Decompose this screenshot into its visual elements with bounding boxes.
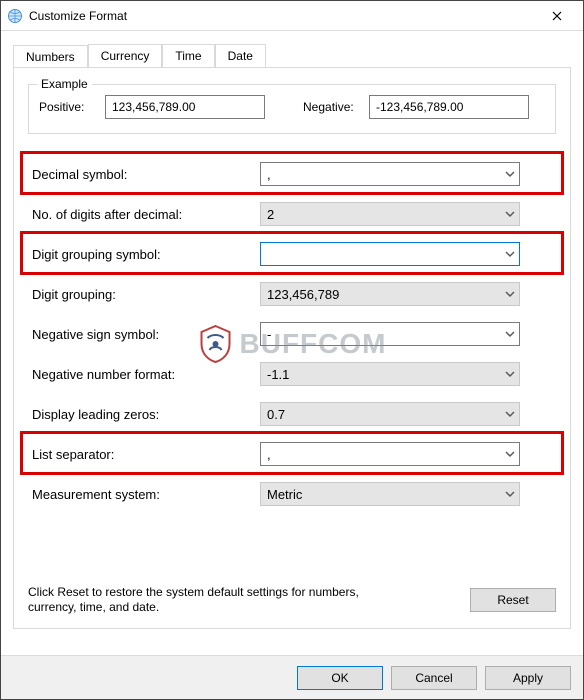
close-button[interactable] xyxy=(537,2,577,30)
client-area: Numbers Currency Time Date Example Posit… xyxy=(1,31,583,629)
globe-icon xyxy=(7,8,23,24)
label-list-separator: List separator: xyxy=(28,447,260,462)
customize-format-window: Customize Format Numbers Currency Time D… xyxy=(0,0,584,700)
chevron-down-icon xyxy=(501,402,519,426)
combo-value: , xyxy=(261,443,501,465)
label-display-leading-zeros: Display leading zeros: xyxy=(28,407,260,422)
settings-area: BUFFCOM Decimal symbol: , No. of xyxy=(28,154,556,514)
ok-button[interactable]: OK xyxy=(297,666,383,690)
row-measurement-system: Measurement system: Metric xyxy=(28,474,556,514)
tab-currency[interactable]: Currency xyxy=(88,44,163,67)
row-negative-sign-symbol: Negative sign symbol: - xyxy=(28,314,556,354)
combo-negative-number-format[interactable]: -1.1 xyxy=(260,362,520,386)
combo-digit-grouping-symbol[interactable] xyxy=(260,242,520,266)
combo-value: - xyxy=(261,323,501,345)
label-decimal-symbol: Decimal symbol: xyxy=(28,167,260,182)
reset-button[interactable]: Reset xyxy=(470,588,556,612)
combo-digit-grouping[interactable]: 123,456,789 xyxy=(260,282,520,306)
label-negative-sign-symbol: Negative sign symbol: xyxy=(28,327,260,342)
settings-list: Decimal symbol: , No. of digits after de… xyxy=(28,154,556,514)
example-legend: Example xyxy=(37,77,92,91)
chevron-down-icon xyxy=(501,442,519,466)
combo-value: 123,456,789 xyxy=(261,283,501,305)
window-title: Customize Format xyxy=(29,9,537,23)
row-display-leading-zeros: Display leading zeros: 0.7 xyxy=(28,394,556,434)
chevron-down-icon xyxy=(501,322,519,346)
combo-list-separator[interactable]: , xyxy=(260,442,520,466)
tabstrip: Numbers Currency Time Date xyxy=(13,41,571,67)
combo-decimal-symbol[interactable]: , xyxy=(260,162,520,186)
combo-negative-sign-symbol[interactable]: - xyxy=(260,322,520,346)
dialog-footer: OK Cancel Apply xyxy=(1,655,583,699)
negative-label: Negative: xyxy=(303,100,361,114)
cancel-button[interactable]: Cancel xyxy=(391,666,477,690)
chevron-down-icon xyxy=(501,282,519,306)
chevron-down-icon xyxy=(501,482,519,506)
chevron-down-icon xyxy=(501,162,519,186)
hint-text: Click Reset to restore the system defaul… xyxy=(28,585,368,616)
label-digits-after-decimal: No. of digits after decimal: xyxy=(28,207,260,222)
label-digit-grouping: Digit grouping: xyxy=(28,287,260,302)
close-icon xyxy=(552,11,562,21)
chevron-down-icon xyxy=(501,202,519,226)
row-digit-grouping-symbol: Digit grouping symbol: xyxy=(28,234,556,274)
combo-display-leading-zeros[interactable]: 0.7 xyxy=(260,402,520,426)
chevron-down-icon xyxy=(501,362,519,386)
tab-panel-numbers: Example Positive: 123,456,789.00 Negativ… xyxy=(13,67,571,629)
label-measurement-system: Measurement system: xyxy=(28,487,260,502)
apply-button[interactable]: Apply xyxy=(485,666,571,690)
combo-measurement-system[interactable]: Metric xyxy=(260,482,520,506)
row-list-separator: List separator: , xyxy=(28,434,556,474)
tab-numbers[interactable]: Numbers xyxy=(13,45,88,68)
label-digit-grouping-symbol: Digit grouping symbol: xyxy=(28,247,260,262)
combo-value: -1.1 xyxy=(261,363,501,385)
chevron-down-icon xyxy=(501,242,519,266)
tab-time[interactable]: Time xyxy=(162,44,214,67)
positive-label: Positive: xyxy=(39,100,97,114)
row-decimal-symbol: Decimal symbol: , xyxy=(28,154,556,194)
titlebar: Customize Format xyxy=(1,1,583,31)
hint-row: Click Reset to restore the system defaul… xyxy=(28,585,556,616)
combo-value xyxy=(261,243,501,265)
row-digits-after-decimal: No. of digits after decimal: 2 xyxy=(28,194,556,234)
combo-value: 0.7 xyxy=(261,403,501,425)
positive-value: 123,456,789.00 xyxy=(105,95,265,119)
combo-value: Metric xyxy=(261,483,501,505)
combo-value: , xyxy=(261,163,501,185)
label-negative-number-format: Negative number format: xyxy=(28,367,260,382)
negative-value: -123,456,789.00 xyxy=(369,95,529,119)
combo-digits-after-decimal[interactable]: 2 xyxy=(260,202,520,226)
tab-date[interactable]: Date xyxy=(215,44,266,67)
row-digit-grouping: Digit grouping: 123,456,789 xyxy=(28,274,556,314)
row-negative-number-format: Negative number format: -1.1 xyxy=(28,354,556,394)
example-group: Example Positive: 123,456,789.00 Negativ… xyxy=(28,84,556,134)
combo-value: 2 xyxy=(261,203,501,225)
